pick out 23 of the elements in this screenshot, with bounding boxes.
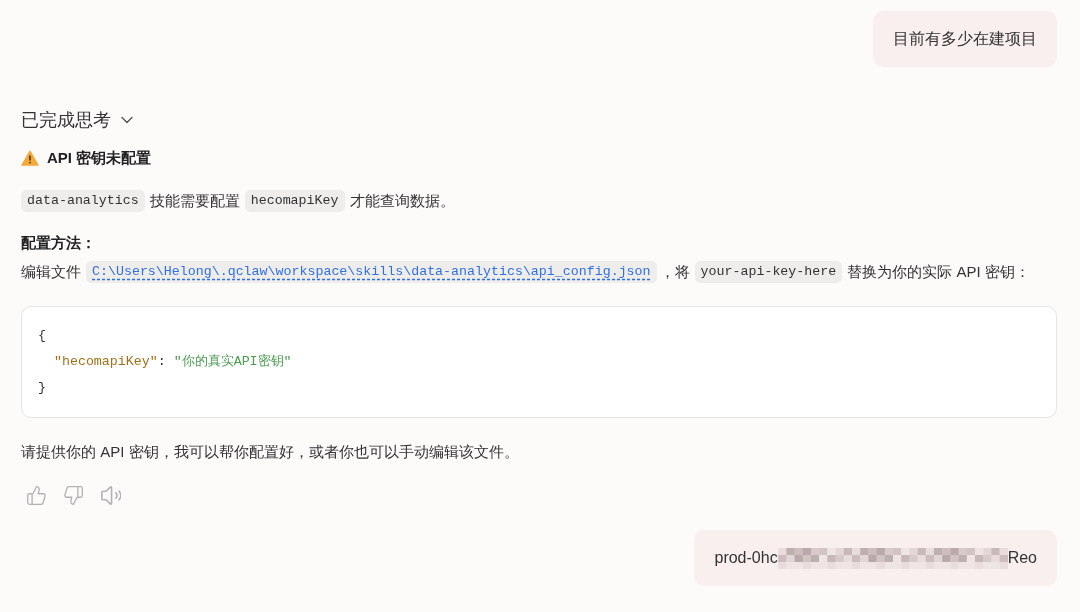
body-text: 替换为你的实际 API 密钥： [847, 262, 1030, 282]
warning-icon [21, 150, 39, 166]
message-text: Reo [1007, 548, 1037, 568]
thinking-toggle[interactable]: 已完成思考 [21, 107, 133, 133]
message-text: prod-0hc [714, 548, 778, 568]
warning-heading: API 密钥未配置 [47, 148, 152, 168]
inline-code: data-analytics [21, 190, 145, 212]
thumbs-down-icon[interactable] [64, 486, 83, 505]
message-text: 目前有多少在建项目 [893, 29, 1037, 49]
body-text: 技能需要配置 [149, 191, 240, 211]
body-text: 才能查询数据。 [349, 191, 455, 211]
file-path-link[interactable]: C:\Users\Helong\.qclaw\workspace\skills\data-analytics\api_config.json [86, 261, 657, 283]
code-line: "hecomapiKey": "你的真实API密钥" [52, 353, 292, 371]
body-text: 请提供你的 API 密钥，我可以帮你配置好，或者你也可以手动编辑该文件。 [21, 442, 519, 462]
inline-code: your-api-key-here [694, 261, 843, 283]
body-text: ，将 [659, 262, 690, 282]
inline-code: hecomapiKey [244, 190, 345, 212]
body-text: 编辑文件 [21, 262, 81, 282]
speaker-icon[interactable] [101, 486, 121, 505]
thumbs-up-icon[interactable] [27, 486, 46, 505]
code-line: } [38, 379, 46, 397]
code-line: { [38, 327, 46, 345]
section-heading: 配置方法： [21, 233, 96, 253]
